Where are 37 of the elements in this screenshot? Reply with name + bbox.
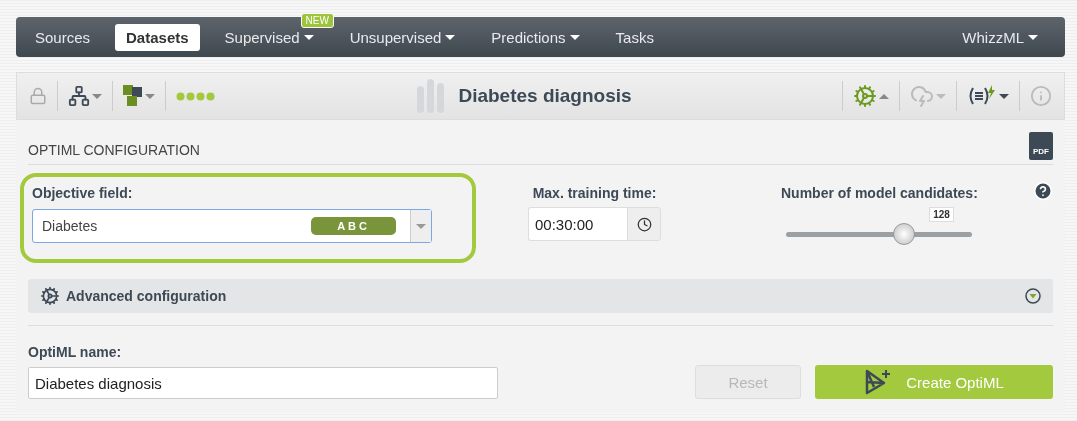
advanced-configuration-bar[interactable]: Advanced configuration [28,279,1053,313]
time-picker-button[interactable] [627,207,661,241]
caret-icon [416,223,426,229]
network-plus-icon [864,369,893,395]
field-label: Number of model candidates: [781,185,978,201]
caret-icon [999,93,1009,99]
bars-icon [416,78,447,114]
help-icon[interactable] [1033,181,1053,201]
dataset-title: Diabetes diagnosis [458,85,632,107]
field-label: OptiML name: [28,344,123,360]
caret-icon [145,93,155,99]
nav-menu[interactable]: WhizzML [951,23,1049,51]
new-badge: NEW [300,12,334,28]
number-blocks-icon[interactable] [123,85,143,107]
nav-tab[interactable]: Predictions [480,23,591,51]
pdf-icon[interactable]: PDF [1029,132,1053,160]
field-label: Objective field: [32,185,134,201]
nav-tab[interactable]: Sources [24,23,102,51]
name-field[interactable]: Diabetes diagnosis [28,367,498,399]
section-label: Advanced configuration [66,288,228,304]
nav-tab[interactable]: Datasets [115,23,200,51]
tree-icon[interactable] [68,85,90,107]
caret-icon [92,93,102,99]
section-heading: OPTIML CONFIGURATION [28,142,200,158]
slider-thumb[interactable] [892,223,915,245]
type-badge: ABC [311,217,396,235]
field-label: Max. training time: [532,185,657,201]
nav-tab[interactable]: Tasks [604,23,665,51]
time-field[interactable]: 00:30:00 [528,207,627,241]
nav-tab[interactable]: Unsupervised [338,23,467,51]
slider-value: 128 [929,207,954,222]
caret-icon [879,93,889,99]
expand-icon[interactable] [1025,288,1041,304]
caret-icon [936,93,946,99]
status-dots-icon [176,91,216,101]
objective-select[interactable]: Diabetes ABC [32,209,432,243]
clock-icon [636,216,652,232]
